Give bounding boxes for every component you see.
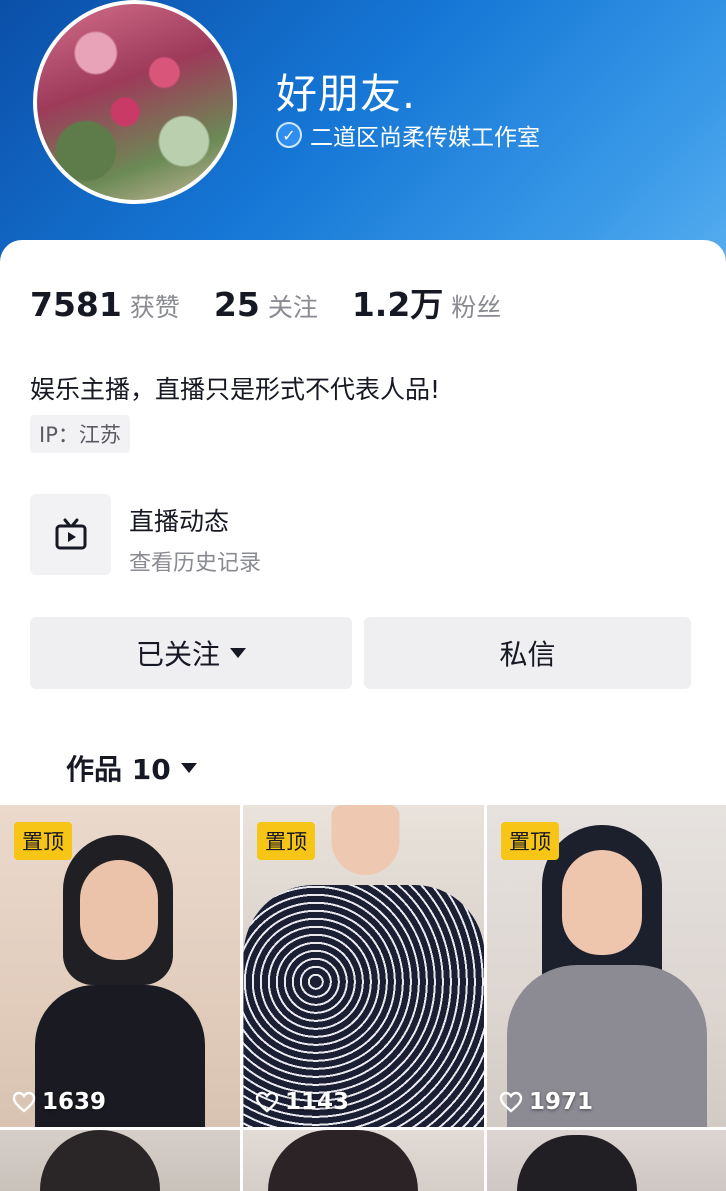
heart-icon <box>255 1091 279 1113</box>
stat-likes[interactable]: 7581 获赞 <box>30 285 180 324</box>
verified-org[interactable]: ✓ 二道区尚柔传媒工作室 <box>276 118 540 152</box>
stat-following-label: 关注 <box>267 293 318 322</box>
live-title[interactable]: 直播动态 <box>129 502 229 538</box>
thumbnail-figure <box>40 1130 160 1191</box>
like-count: 1971 <box>499 1089 593 1115</box>
message-label: 私信 <box>499 638 556 671</box>
stats-row: 7581 获赞 25 关注 1.2万 粉丝 <box>30 278 535 326</box>
live-history-button[interactable] <box>30 494 111 575</box>
video-thumbnail[interactable] <box>487 1130 726 1191</box>
stat-likes-label: 获赞 <box>129 293 180 322</box>
stat-following-count: 25 <box>213 285 260 324</box>
like-count-value: 1971 <box>529 1089 594 1115</box>
pinned-badge: 置顶 <box>14 822 72 860</box>
stat-likes-count: 7581 <box>30 285 122 324</box>
stat-followers[interactable]: 1.2万 粉丝 <box>352 278 501 326</box>
thumbnail-figure <box>517 1135 637 1191</box>
verified-org-label: 二道区尚柔传媒工作室 <box>310 125 540 151</box>
stat-followers-label: 粉丝 <box>451 293 502 322</box>
video-thumbnail[interactable]: 置顶 1143 <box>243 805 484 1127</box>
heart-icon <box>12 1091 36 1113</box>
like-count-value: 1639 <box>42 1089 107 1115</box>
caret-down-icon <box>230 648 246 658</box>
following-button[interactable]: 已关注 <box>30 617 352 689</box>
caret-down-icon <box>180 763 197 773</box>
stat-followers-count: 1.2万 <box>351 285 444 324</box>
ip-badge: IP：江苏 <box>30 415 130 453</box>
heart-icon <box>499 1091 523 1113</box>
like-count: 1143 <box>255 1089 349 1115</box>
message-button[interactable]: 私信 <box>364 617 691 689</box>
video-thumbnail[interactable]: 置顶 1639 <box>0 805 240 1127</box>
pinned-badge: 置顶 <box>501 822 559 860</box>
tab-works[interactable]: 作品 10 <box>66 748 197 788</box>
profile-card: 7581 获赞 25 关注 1.2万 粉丝 娱乐主播，直播只是形式不代表人品! … <box>0 240 726 1191</box>
tv-icon <box>55 518 86 549</box>
like-count-value: 1143 <box>285 1089 350 1115</box>
video-thumbnail[interactable] <box>243 1130 484 1191</box>
verified-check-icon: ✓ <box>276 122 302 148</box>
nickname: 好朋友. <box>276 70 417 118</box>
live-subtitle: 查看历史记录 <box>129 551 262 576</box>
thumbnail-figure <box>35 835 205 1127</box>
thumbnail-figure <box>268 1130 418 1191</box>
works-grid: 置顶 1639 置顶 1143 置顶 1971 <box>0 805 726 1191</box>
following-label: 已关注 <box>135 638 220 671</box>
thumbnail-figure <box>506 825 707 1127</box>
video-thumbnail[interactable] <box>0 1130 240 1191</box>
bio: 娱乐主播，直播只是形式不代表人品! <box>30 375 441 404</box>
pinned-badge: 置顶 <box>257 822 315 860</box>
stat-following[interactable]: 25 关注 <box>214 285 318 324</box>
avatar[interactable] <box>33 0 237 204</box>
video-thumbnail[interactable]: 置顶 1971 <box>487 805 726 1127</box>
tab-works-label: 作品 10 <box>66 753 171 786</box>
like-count: 1639 <box>12 1089 106 1115</box>
